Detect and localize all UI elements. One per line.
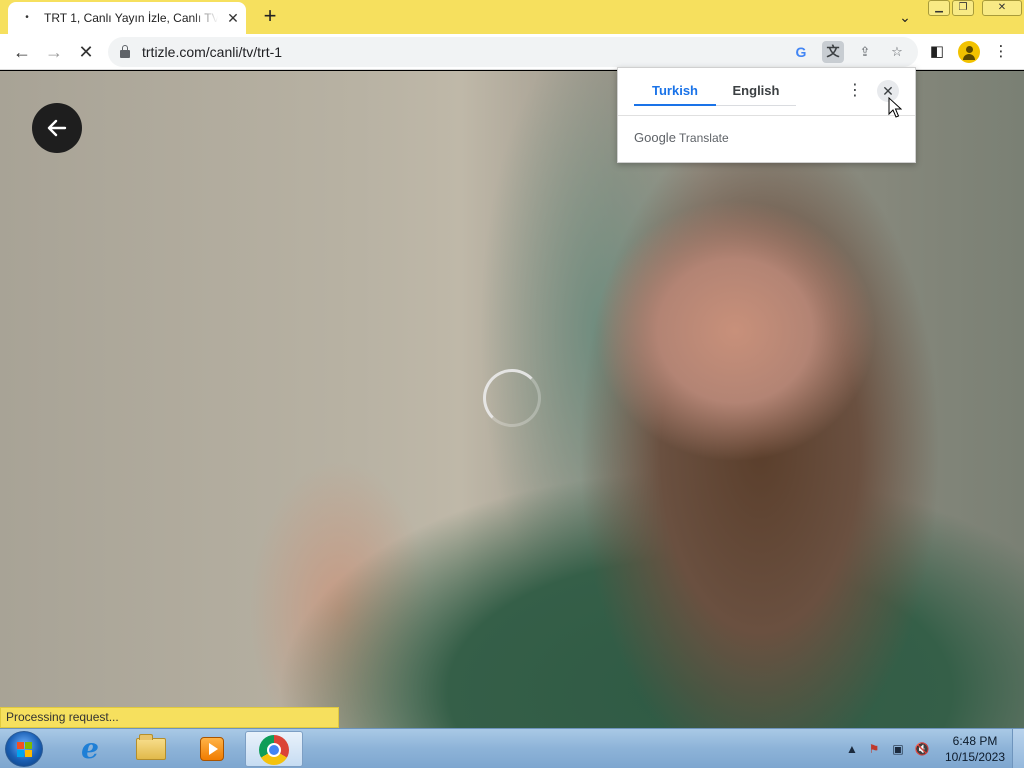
google-translate-branding: Google Translate bbox=[634, 130, 729, 145]
arrow-left-icon bbox=[47, 119, 67, 137]
internet-explorer-icon: e bbox=[81, 732, 99, 765]
restore-button[interactable]: ❐ bbox=[952, 0, 974, 16]
side-panel-icon[interactable]: ◧ bbox=[926, 41, 948, 63]
mouse-cursor-icon bbox=[888, 97, 902, 118]
chrome-icon bbox=[259, 735, 289, 765]
video-player[interactable] bbox=[0, 71, 1024, 728]
tab-strip: • TRT 1, Canlı Yayın İzle, Canlı TV İzle… bbox=[0, 0, 1024, 34]
tab-title: TRT 1, Canlı Yayın İzle, Canlı TV İzle bbox=[44, 11, 218, 25]
new-tab-button[interactable]: + bbox=[258, 5, 282, 29]
lock-icon[interactable] bbox=[120, 45, 130, 58]
folder-icon bbox=[136, 734, 166, 760]
taskbar-google-chrome[interactable] bbox=[245, 731, 303, 767]
back-arrow-icon[interactable]: ← bbox=[10, 40, 34, 64]
bookmark-star-icon[interactable]: ☆ bbox=[886, 41, 908, 63]
status-bubble: Processing request... bbox=[0, 707, 339, 728]
url-text[interactable]: trtizle.com/canli/tv/trt-1 bbox=[142, 44, 282, 60]
show-desktop-button[interactable] bbox=[1012, 729, 1024, 768]
action-center-flag-icon[interactable]: ⚑ bbox=[866, 741, 882, 757]
forward-arrow-icon[interactable]: → bbox=[42, 40, 66, 64]
volume-muted-icon[interactable]: 🔇 bbox=[914, 741, 930, 757]
share-icon[interactable]: ⇪ bbox=[854, 41, 876, 63]
profile-avatar-icon[interactable] bbox=[958, 41, 980, 63]
tab-english[interactable]: English bbox=[716, 76, 796, 106]
chevron-down-icon[interactable]: ⌄ bbox=[894, 6, 916, 28]
google-wordmark: Google bbox=[634, 130, 676, 145]
network-icon[interactable]: ▣ bbox=[890, 741, 906, 757]
google-lens-icon[interactable]: G bbox=[790, 41, 812, 63]
translate-options-icon[interactable]: ⋮ bbox=[846, 80, 864, 102]
taskbar-media-player[interactable] bbox=[183, 731, 241, 767]
menu-kebab-icon[interactable]: ⋮ bbox=[990, 41, 1012, 63]
browser-toolbar: ← → ✕ trtizle.com/canli/tv/trt-1 G 文 ⇪ ☆… bbox=[0, 34, 1024, 70]
clock-date: 10/15/2023 bbox=[944, 750, 1006, 764]
loading-spinner-icon bbox=[483, 369, 541, 427]
window-controls: ▁ ❐ ✕ bbox=[928, 0, 1024, 18]
stop-loading-icon[interactable]: ✕ bbox=[74, 40, 98, 64]
translate-label: Translate bbox=[679, 131, 729, 145]
taskbar-windows-explorer[interactable] bbox=[122, 731, 180, 767]
tab-turkish[interactable]: Turkish bbox=[634, 76, 716, 106]
divider bbox=[618, 115, 915, 116]
start-button[interactable] bbox=[5, 731, 43, 767]
windows-logo-icon bbox=[17, 742, 33, 758]
tab-close-icon[interactable]: ✕ bbox=[224, 9, 242, 27]
show-hidden-icons-icon[interactable]: ▲ bbox=[844, 741, 860, 757]
address-bar[interactable]: trtizle.com/canli/tv/trt-1 G 文 ⇪ ☆ bbox=[108, 37, 918, 67]
taskbar: e ▲ ⚑ ▣ 🔇 6:48 PM 10/15/2023 bbox=[0, 728, 1024, 768]
clock-time: 6:48 PM bbox=[952, 734, 998, 748]
translate-icon[interactable]: 文 bbox=[822, 41, 844, 63]
media-player-icon bbox=[200, 737, 224, 761]
player-back-button[interactable] bbox=[32, 103, 82, 153]
system-clock[interactable]: 6:48 PM 10/15/2023 bbox=[940, 733, 1010, 765]
window-close-button[interactable]: ✕ bbox=[982, 0, 1022, 16]
trt-favicon-icon: • bbox=[25, 12, 29, 23]
minimize-button[interactable]: ▁ bbox=[928, 0, 950, 16]
translate-popup: Turkish English ⋮ ✕ Google Translate bbox=[617, 67, 916, 163]
browser-tab[interactable]: • TRT 1, Canlı Yayın İzle, Canlı TV İzle… bbox=[8, 2, 246, 34]
taskbar-internet-explorer[interactable]: e bbox=[61, 731, 119, 767]
